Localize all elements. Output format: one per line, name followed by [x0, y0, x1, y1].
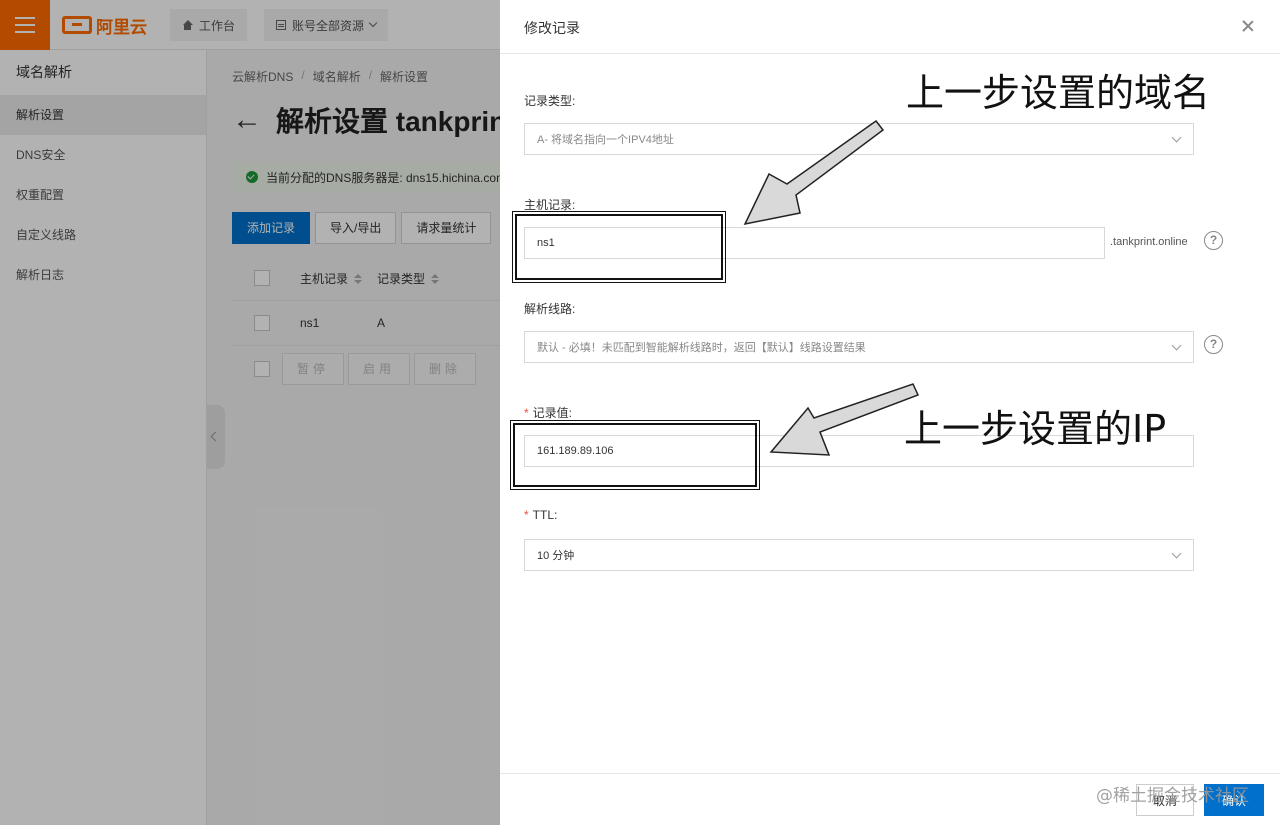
line-value: 默认 - 必填！未匹配到智能解析线路时，返回【默认】线路设置结果 — [537, 342, 866, 354]
required-mark: * — [524, 508, 529, 522]
ttl-value: 10 分钟 — [537, 550, 575, 562]
host-record-label: 主机记录: — [524, 198, 576, 212]
help-icon[interactable]: ? — [1204, 335, 1223, 354]
ip-highlight-box — [510, 420, 760, 490]
record-type-value: A- 将域名指向一个IPV4地址 — [537, 134, 674, 146]
domain-annotation: 上一步设置的域名 — [906, 71, 1211, 115]
line-select[interactable]: 默认 - 必填！未匹配到智能解析线路时，返回【默认】线路设置结果 — [524, 331, 1194, 363]
close-icon[interactable] — [1240, 18, 1256, 34]
record-value-label: * 记录值: — [524, 404, 572, 421]
watermark: @稀土掘金技术社区 — [1096, 786, 1249, 806]
record-type-select[interactable]: A- 将域名指向一个IPV4地址 — [524, 123, 1194, 155]
record-type-label: 记录类型: — [524, 94, 576, 108]
chevron-down-icon — [1171, 132, 1182, 143]
host-highlight-box — [512, 211, 726, 283]
ttl-label: * TTL: — [524, 508, 557, 522]
ttl-label-text: TTL: — [532, 508, 558, 522]
ttl-select[interactable]: 10 分钟 — [524, 539, 1194, 571]
ip-annotation: 上一步设置的IP — [904, 407, 1167, 451]
record-value-label-text: 记录值: — [532, 406, 573, 420]
required-mark: * — [524, 406, 529, 420]
drawer-header: 修改记录 — [500, 0, 1280, 54]
chevron-down-icon — [1171, 548, 1182, 559]
drawer-title: 修改记录 — [524, 20, 580, 36]
chevron-down-icon — [1171, 340, 1182, 351]
help-icon[interactable]: ? — [1204, 231, 1223, 250]
domain-suffix: .tankprint.online — [1110, 236, 1188, 248]
line-label: 解析线路: — [524, 302, 576, 316]
